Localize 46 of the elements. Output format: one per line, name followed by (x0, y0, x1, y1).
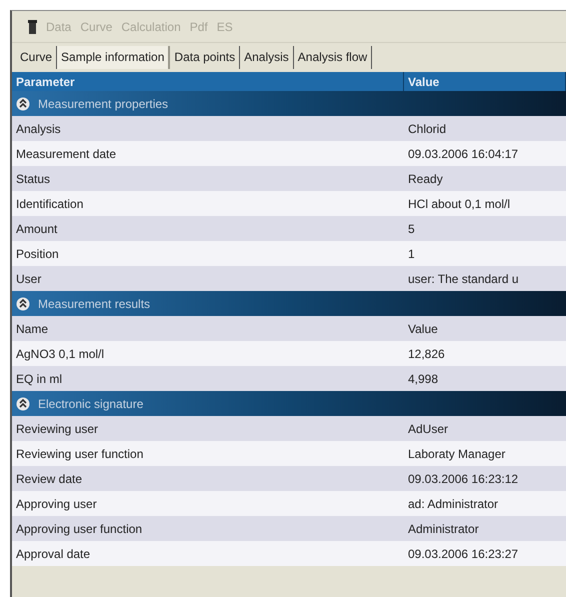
table-cell-text: AgNO3 0,1 mol/l (15, 346, 106, 360)
section-header[interactable]: Measurement properties (12, 91, 566, 116)
table-cell-text: Status (15, 172, 52, 186)
table-cell-text: 1 (407, 246, 416, 260)
table-cell-text: Name (15, 322, 50, 336)
section-title: Measurement results (38, 296, 150, 310)
tab[interactable]: Analysis (240, 46, 294, 69)
table-cell-text: 4,998 (407, 372, 440, 386)
tab[interactable]: Sample information (57, 46, 170, 69)
table-cell-text: HCl about 0,1 mol/l (407, 196, 512, 210)
table-cell-text: Chlorid (407, 122, 448, 136)
table-cell-text: Ready (407, 172, 444, 186)
table-cell-text: Approval date (15, 546, 92, 560)
section-title: Measurement properties (38, 96, 168, 110)
trash-icon[interactable] (28, 20, 37, 34)
table-cell-text: 09.03.2006 16:23:27 (407, 546, 520, 560)
tab[interactable]: Data points (170, 46, 240, 69)
table-cell-text: Analysis (15, 122, 62, 136)
table-cell-text: Value (407, 322, 439, 336)
table-cell-text: EQ in ml (15, 372, 64, 386)
table-cell-text: Approving user (15, 496, 98, 510)
table-cell-text: Reviewing user function (15, 446, 144, 460)
table-cell-text: 5 (407, 222, 416, 236)
table-cell-text: Reviewing user (15, 422, 100, 436)
table-cell-text: Administrator (407, 522, 480, 536)
table-cell-text: Amount (15, 222, 58, 236)
table-cell-text: Laboraty Manager (407, 446, 506, 460)
collapse-icon[interactable] (16, 396, 30, 410)
collapse-icon[interactable] (16, 296, 30, 310)
table-cell-text: Measurement date (15, 146, 118, 160)
tab[interactable]: Analysis flow (294, 46, 372, 69)
table-cell-text: 09.03.2006 16:04:17 (407, 146, 520, 160)
section-header[interactable]: Electronic signature (12, 391, 566, 416)
collapse-icon[interactable] (16, 96, 30, 110)
section-title: Electronic signature (38, 396, 144, 410)
table-cell-text: User (15, 272, 42, 286)
table-cell-text: Approving user function (15, 522, 144, 536)
table-cell-text: Review date (15, 472, 84, 486)
table-cell-text: AdUser (407, 422, 450, 436)
table-cell-text: 12,826 (407, 346, 446, 360)
table-cell-text: Identification (15, 196, 84, 210)
table-cell-text: 09.03.2006 16:23:12 (407, 472, 520, 486)
table-cell-text: Position (15, 246, 60, 260)
section-header[interactable]: Measurement results (12, 291, 566, 316)
table-cell-text: user: The standard u (407, 272, 520, 286)
table-cell-text: ad: Administrator (407, 496, 500, 510)
